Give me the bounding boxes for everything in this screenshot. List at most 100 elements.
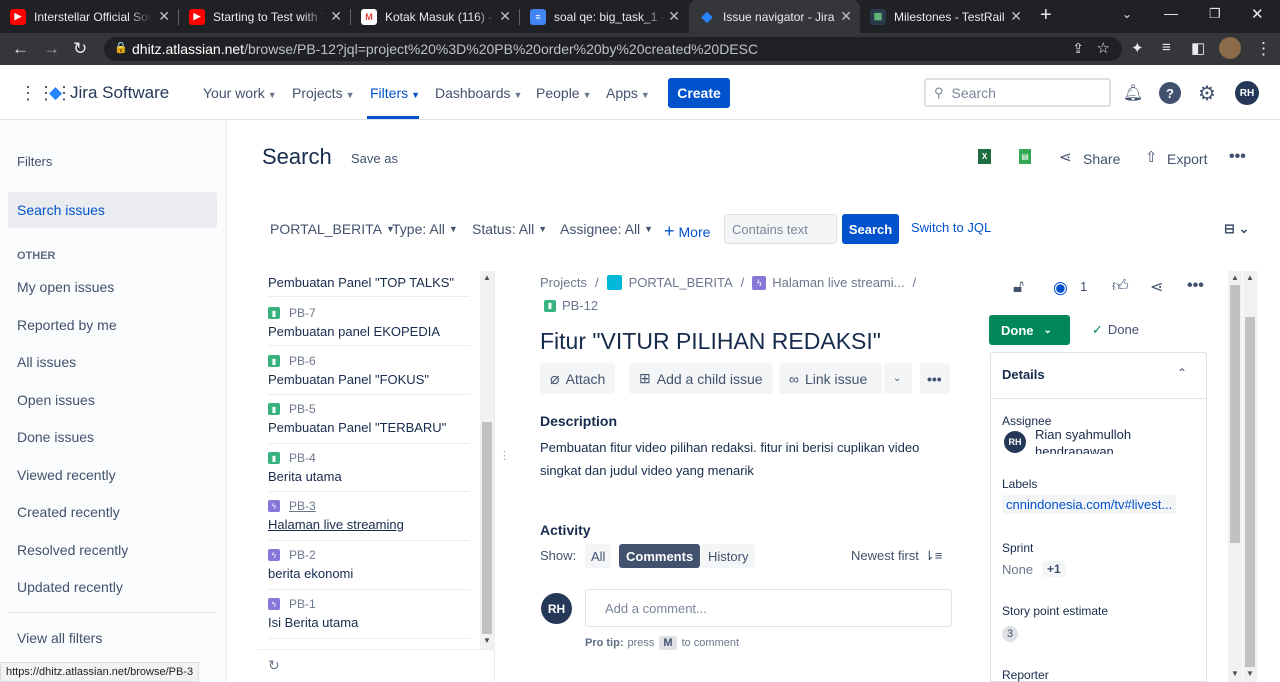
google-sheets-icon[interactable]: ▤ [1019,149,1031,164]
more-filters-button[interactable]: + More [664,221,710,242]
share-icon[interactable]: ⋖ [1059,148,1072,166]
view-switcher-icon[interactable]: ⊟ ⌄ [1224,221,1249,237]
sidebar-item-reported-by-me[interactable]: Reported by me [8,307,217,343]
window-close-icon[interactable]: ✕ [1251,5,1264,23]
new-tab-icon[interactable]: + [1040,4,1052,27]
profile-avatar[interactable] [1219,37,1241,59]
label-chip[interactable]: cnnindonesia.com/tv#livest... [1002,495,1177,514]
list-item[interactable]: ϟ PB-1 Isi Berita utama [268,592,470,639]
activity-tab-comments[interactable]: Comments [619,544,701,568]
side-panel-icon[interactable]: ◧ [1191,39,1205,57]
close-icon[interactable]: ✕ [840,8,852,25]
browser-tab[interactable]: M Kotak Masuk (116) - r ✕ [351,0,519,33]
back-icon[interactable]: ← [12,39,29,59]
sprint-value[interactable]: None [1002,562,1033,577]
list-item[interactable]: ▮ PB-7 Pembuatan panel EKOPEDIA [268,299,470,346]
list-item[interactable]: ▮ PB-5 Pembuatan Panel "TERBARU" [268,397,470,444]
reload-icon[interactable]: ↻ [73,39,87,59]
excel-icon[interactable]: X [978,149,991,164]
sidebar-item-updated-recently[interactable]: Updated recently [8,569,217,605]
product-name[interactable]: Jira Software [70,83,169,103]
link-issue-dropdown[interactable]: ⌄ [884,363,912,394]
close-icon[interactable]: ✕ [330,8,342,25]
nav-people[interactable]: People ▼ [536,85,592,101]
tab-search-icon[interactable]: ⌄ [1122,7,1132,21]
type-filter[interactable]: Type: All ▼ [392,221,458,237]
watchers-count[interactable]: 1 [1080,279,1087,294]
issue-title[interactable]: Fitur "VITUR PILIHAN REDAKSI" [540,328,881,355]
search-button[interactable]: Search [842,214,899,244]
sprint-more-badge[interactable]: +1 [1042,561,1066,577]
status-transition-button[interactable]: Done ⌄ [989,315,1070,345]
sidebar-item-all-issues[interactable]: All issues [8,344,217,380]
export-button[interactable]: Export [1167,151,1207,167]
bookmark-star-icon[interactable]: ☆ [1097,39,1110,57]
more-actions-button[interactable]: ••• [920,363,950,394]
sidebar-item-done-issues[interactable]: Done issues [8,419,217,455]
sidebar-item-search-issues[interactable]: Search issues [8,192,217,228]
breadcrumb-parent[interactable]: Halaman live streami... [772,275,904,290]
url-field[interactable]: 🔒 dhitz.atlassian.net/browse/PB-12?jql=p… [104,37,1122,61]
share-icon[interactable]: ⋖ [1150,277,1163,297]
vote-thumbs-up-icon[interactable]: 👍︎ [1112,277,1129,296]
restore-icon[interactable]: ❐ [1209,6,1221,22]
close-icon[interactable]: ✕ [1010,8,1022,25]
details-heading[interactable]: Details [1002,367,1045,382]
reading-list-icon[interactable]: ≡ [1162,39,1171,56]
more-actions-icon[interactable]: ••• [1229,148,1246,166]
create-button[interactable]: Create [668,78,730,108]
help-icon[interactable]: ? [1159,82,1181,104]
share-page-icon[interactable]: ⇪ [1072,40,1084,57]
switch-to-jql-link[interactable]: Switch to JQL [911,220,991,235]
story-point-value[interactable]: 3 [1002,626,1018,642]
project-filter[interactable]: PORTAL_BERITA ▼ [270,221,395,237]
user-avatar[interactable]: RH [1235,81,1259,105]
list-scrollbar[interactable]: ▲ ▼ [480,271,494,649]
link-issue-button[interactable]: ∞ Link issue [779,363,882,394]
page-scrollbar-thumb[interactable] [1245,317,1255,667]
description-text[interactable]: Pembuatan fitur video pilihan redaksi. f… [540,436,932,482]
export-icon[interactable]: ⇧ [1145,148,1158,166]
assignee-name[interactable]: Rian syahmulloh hendrapawan [1035,426,1185,454]
list-item[interactable]: Pembuatan Panel "TOP TALKS" [268,271,470,297]
settings-gear-icon[interactable]: ⚙ [1196,82,1218,105]
sort-newest-first[interactable]: Newest first ⇂≡ [851,548,942,564]
breadcrumb-project[interactable]: PORTAL_BERITA [629,275,733,290]
close-icon[interactable]: ✕ [158,8,170,25]
sidebar-item-created-recently[interactable]: Created recently [8,494,217,530]
refresh-icon[interactable]: ↻ [268,657,280,674]
view-all-filters-link[interactable]: View all filters [8,620,217,656]
sidebar-item-resolved-recently[interactable]: Resolved recently [8,532,217,568]
nav-dashboards[interactable]: Dashboards ▼ [435,85,522,101]
activity-tab-all[interactable]: All [585,544,612,568]
more-icon[interactable]: ••• [1187,277,1204,295]
sidebar-item-open-issues[interactable]: Open issues [8,382,217,418]
attach-button[interactable]: ⌀ Attach [540,363,616,394]
status-filter[interactable]: Status: All ▼ [472,221,547,237]
browser-tab[interactable]: ▶ Starting to Test with Te ✕ [179,0,350,33]
nav-projects[interactable]: Projects ▼ [292,85,355,101]
browser-tab[interactable]: ▶ Interstellar Official Sou ✕ [0,0,178,33]
detail-scrollbar-thumb[interactable] [1230,285,1240,543]
close-icon[interactable]: ✕ [668,8,680,25]
browser-tab-active[interactable]: ◆ Issue navigator - Jira ✕ [689,0,860,33]
nav-filters[interactable]: Filters ▼ [370,85,420,101]
resize-handle-icon[interactable]: ⋮ [499,449,510,462]
extensions-icon[interactable]: ✦ [1131,39,1144,57]
share-button[interactable]: Share [1083,151,1120,167]
nav-apps[interactable]: Apps ▼ [606,85,650,101]
add-child-issue-button[interactable]: ⊞ Add a child issue [629,363,773,394]
app-switcher-icon[interactable]: ⋮⋮⋮ [19,83,73,104]
list-item[interactable]: ▮ PB-6 Pembuatan Panel "FOKUS" [268,348,470,395]
watch-eye-icon[interactable]: ◉ [1053,278,1068,298]
assignee-filter[interactable]: Assignee: All ▼ [560,221,653,237]
activity-tab-history[interactable]: History [701,544,756,568]
list-item-hovered[interactable]: ϟ PB-3 Halaman live streaming [268,494,470,541]
browser-tab[interactable]: ▦ Milestones - TestRail ✕ [860,0,1030,33]
page-scrollbar[interactable]: ▲ ▼ [1243,271,1257,682]
list-item[interactable]: ▮ PB-4 Berita utama [268,446,470,492]
chevron-up-icon[interactable]: ⌃ [1177,366,1187,380]
jira-logo-icon[interactable]: ◆ [49,83,62,103]
notifications-bell-icon[interactable]: 🔔︎ [1122,82,1144,104]
issue-key-crumb[interactable]: ▮ PB-12 [544,298,598,313]
